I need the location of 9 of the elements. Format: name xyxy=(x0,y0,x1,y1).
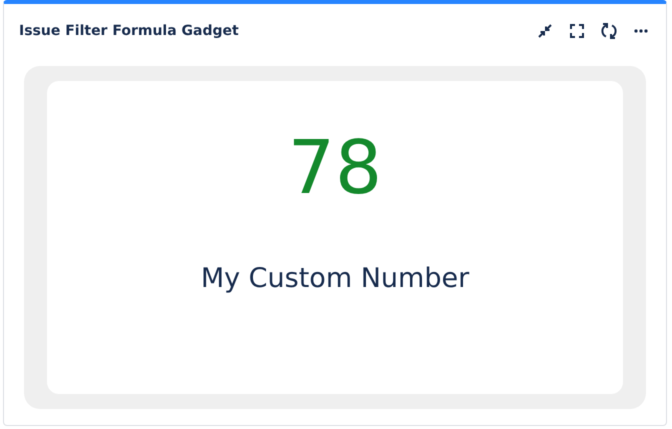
refresh-button[interactable] xyxy=(599,21,619,41)
fullscreen-button[interactable] xyxy=(567,21,587,41)
fullscreen-icon xyxy=(569,23,585,39)
refresh-icon xyxy=(600,22,618,40)
gadget-title: Issue Filter Formula Gadget xyxy=(19,23,239,39)
minimize-icon xyxy=(537,23,553,39)
more-icon xyxy=(634,29,648,33)
result-value: 78 xyxy=(288,131,382,205)
result-label: My Custom Number xyxy=(200,263,470,294)
